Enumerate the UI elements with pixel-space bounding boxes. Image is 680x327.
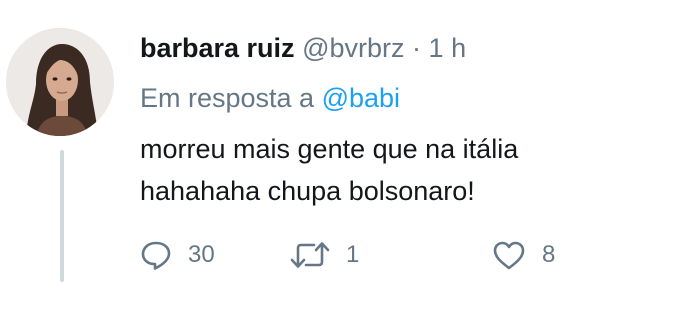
avatar[interactable] — [6, 28, 114, 136]
retweet-count: 1 — [346, 241, 360, 268]
heart-icon — [493, 241, 525, 270]
tweet-text: morreu mais gente que na itália hahahaha… — [140, 128, 660, 212]
like-count: 8 — [542, 241, 556, 268]
like-button[interactable]: 8 — [492, 232, 555, 278]
reply-count: 30 — [188, 241, 215, 268]
timestamp[interactable]: 1 h — [429, 33, 467, 63]
tweet-text-line: hahahaha chupa bolsonaro! — [140, 176, 475, 206]
tweet-text-line: morreu mais gente que na itália — [140, 134, 519, 164]
retweet-icon — [290, 242, 330, 268]
tweet-actions: 30 1 8 — [140, 232, 660, 278]
author-handle[interactable]: @bvrbrz — [302, 33, 404, 63]
thread-line — [60, 150, 64, 282]
separator-dot: · — [412, 33, 422, 63]
reply-mention-link[interactable]: @babi — [322, 83, 400, 113]
tweet-card[interactable]: barbara ruiz @bvrbrz · 1 h Em resposta a… — [0, 0, 680, 327]
reply-prefix: Em resposta a — [140, 83, 315, 113]
reply-button[interactable]: 30 — [140, 232, 215, 278]
speech-bubble-icon — [141, 241, 171, 270]
author-name[interactable]: barbara ruiz — [140, 33, 295, 63]
retweet-button[interactable]: 1 — [290, 232, 359, 278]
avatar-photo — [6, 28, 114, 136]
tweet-header: barbara ruiz @bvrbrz · 1 h — [140, 30, 466, 66]
reply-context: Em resposta a @babi — [140, 80, 400, 116]
